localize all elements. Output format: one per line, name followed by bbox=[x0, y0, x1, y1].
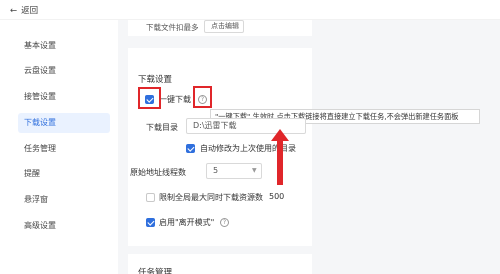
section-title: 下载设置 bbox=[138, 75, 173, 85]
edit-button[interactable]: 点击编辑 bbox=[204, 20, 244, 33]
sidebar-item-basic[interactable]: 基本设置 bbox=[18, 36, 110, 56]
limit-label: 限制全局最大同时下载资源数 bbox=[159, 193, 263, 202]
sidebar-item-floating-window[interactable]: 悬浮窗 bbox=[18, 190, 110, 210]
open-mode-help-icon[interactable]: ? bbox=[220, 218, 229, 227]
sidebar-item-advanced[interactable]: 高级设置 bbox=[18, 216, 110, 236]
top-fragment-label: 下载文件扣最多 bbox=[146, 23, 199, 32]
annotation-box-checkbox bbox=[138, 87, 161, 109]
sidebar-item-tasks[interactable]: 任务管理 bbox=[18, 139, 110, 159]
threads-label: 原始地址线程数 bbox=[130, 168, 186, 177]
annotation-arrow bbox=[271, 129, 289, 185]
auto-modify-checkbox[interactable] bbox=[186, 144, 195, 153]
threads-value: 5 bbox=[213, 166, 219, 175]
limit-value[interactable]: 500 bbox=[269, 192, 284, 201]
annotation-box-help bbox=[193, 86, 212, 108]
sidebar-item-cloud[interactable]: 云盘设置 bbox=[18, 61, 110, 81]
sidebar-item-takeover[interactable]: 接管设置 bbox=[18, 87, 110, 107]
open-mode-checkbox[interactable] bbox=[146, 218, 155, 227]
chevron-down-icon: ▼ bbox=[252, 167, 257, 174]
open-mode-label: 启用"离开模式" bbox=[159, 218, 215, 227]
sidebar-item-reminder[interactable]: 提醒 bbox=[18, 164, 110, 184]
sidebar-item-download[interactable]: 下载设置 bbox=[18, 113, 110, 133]
top-bar: ← 返回 bbox=[0, 0, 500, 20]
back-button[interactable]: ← 返回 bbox=[10, 4, 38, 16]
back-label: 返回 bbox=[21, 6, 39, 16]
task-management-title: 任务管理 bbox=[138, 268, 173, 274]
one-click-label: 一键下载 bbox=[159, 95, 191, 104]
left-arrow-icon: ← bbox=[10, 6, 18, 16]
download-dir-label: 下载目录 bbox=[146, 123, 178, 132]
limit-checkbox[interactable] bbox=[146, 193, 155, 202]
